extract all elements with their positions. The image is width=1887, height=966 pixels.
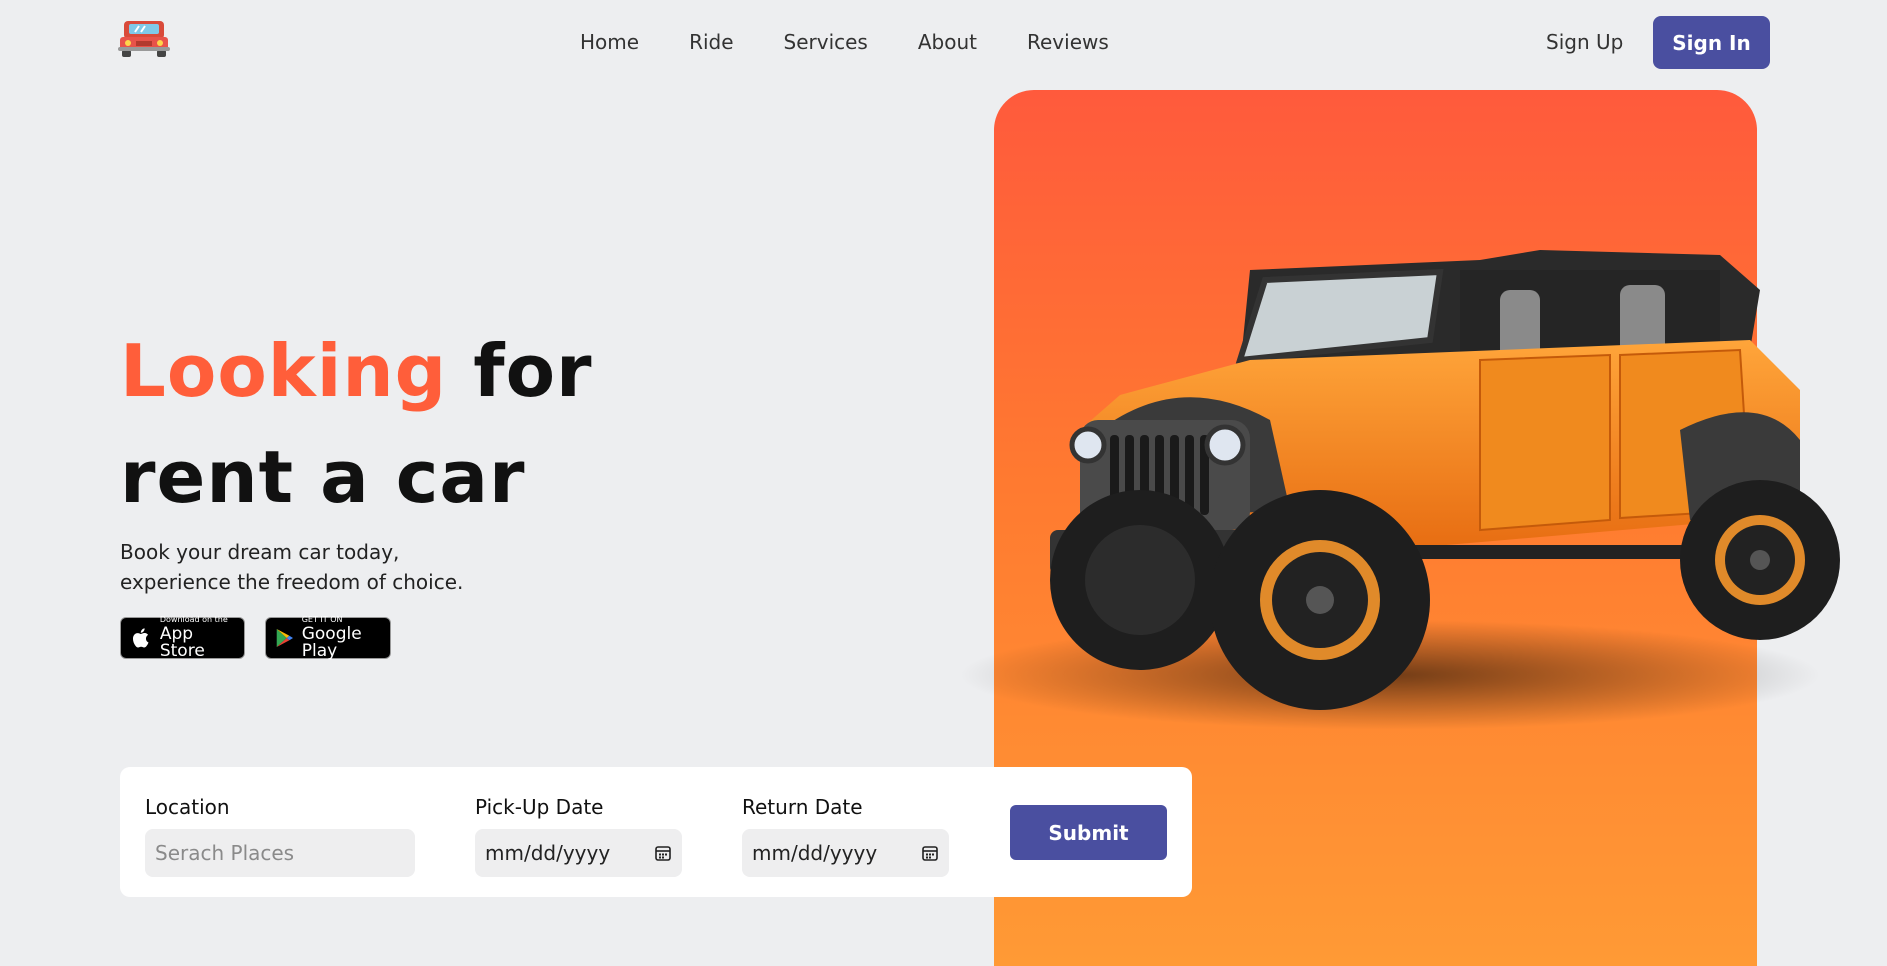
pickup-date-field: Pick-Up Date mm/dd/yyyy <box>475 795 682 877</box>
logo-icon[interactable] <box>118 17 170 59</box>
hero-subtitle: Book your dream car today, experience th… <box>120 537 540 597</box>
hero-subtitle-line1: Book your dream car today, <box>120 540 400 564</box>
return-date-label: Return Date <box>742 795 863 819</box>
booking-form: Location Pick-Up Date mm/dd/yyyy Return … <box>120 767 1192 897</box>
hero-title-accent: Looking <box>120 329 448 413</box>
pickup-date-label: Pick-Up Date <box>475 795 604 819</box>
app-badges: Download on the App Store GET IT ON Goog… <box>120 616 391 660</box>
calendar-icon[interactable] <box>654 844 672 862</box>
jeep-car-image <box>960 250 1840 730</box>
sign-up-link[interactable]: Sign Up <box>1546 30 1623 54</box>
hero-title-rest: for <box>447 329 593 413</box>
nav-item-services[interactable]: Services <box>784 30 868 54</box>
return-date-field: Return Date mm/dd/yyyy <box>742 795 949 877</box>
nav-item-home[interactable]: Home <box>580 30 639 54</box>
calendar-icon[interactable] <box>921 844 939 862</box>
header: Home Ride Services About Reviews Sign Up… <box>0 0 1887 86</box>
google-play-big: Google Play <box>301 624 362 661</box>
location-label: Location <box>145 795 230 819</box>
nav-item-about[interactable]: About <box>918 30 977 54</box>
app-store-badge[interactable]: Download on the App Store <box>120 616 245 660</box>
location-input[interactable] <box>155 841 405 865</box>
return-date-value: mm/dd/yyyy <box>752 841 878 865</box>
google-play-small: GET IT ON <box>301 615 343 624</box>
return-date-input[interactable]: mm/dd/yyyy <box>742 829 949 877</box>
google-play-badge[interactable]: GET IT ON Google Play <box>265 616 391 660</box>
google-play-text: GET IT ON Google Play <box>302 616 380 660</box>
hero-subtitle-line2: experience the freedom of choice. <box>120 570 464 594</box>
location-input-box <box>145 829 415 877</box>
pickup-date-value: mm/dd/yyyy <box>485 841 611 865</box>
submit-button[interactable]: Submit <box>1010 805 1167 860</box>
hero-title: Looking for rent a car <box>120 318 593 530</box>
sign-in-button[interactable]: Sign In <box>1653 16 1770 69</box>
app-store-big: App Store <box>159 624 205 661</box>
google-play-icon <box>276 628 294 648</box>
location-field: Location <box>145 795 415 877</box>
nav-item-reviews[interactable]: Reviews <box>1027 30 1109 54</box>
app-store-small: Download on the <box>159 615 228 624</box>
apple-icon <box>132 628 149 648</box>
hero-title-line2: rent a car <box>120 435 526 519</box>
pickup-date-input[interactable]: mm/dd/yyyy <box>475 829 682 877</box>
app-store-text: Download on the App Store <box>160 616 234 660</box>
main-nav: Home Ride Services About Reviews <box>580 30 1109 54</box>
nav-item-ride[interactable]: Ride <box>689 30 733 54</box>
